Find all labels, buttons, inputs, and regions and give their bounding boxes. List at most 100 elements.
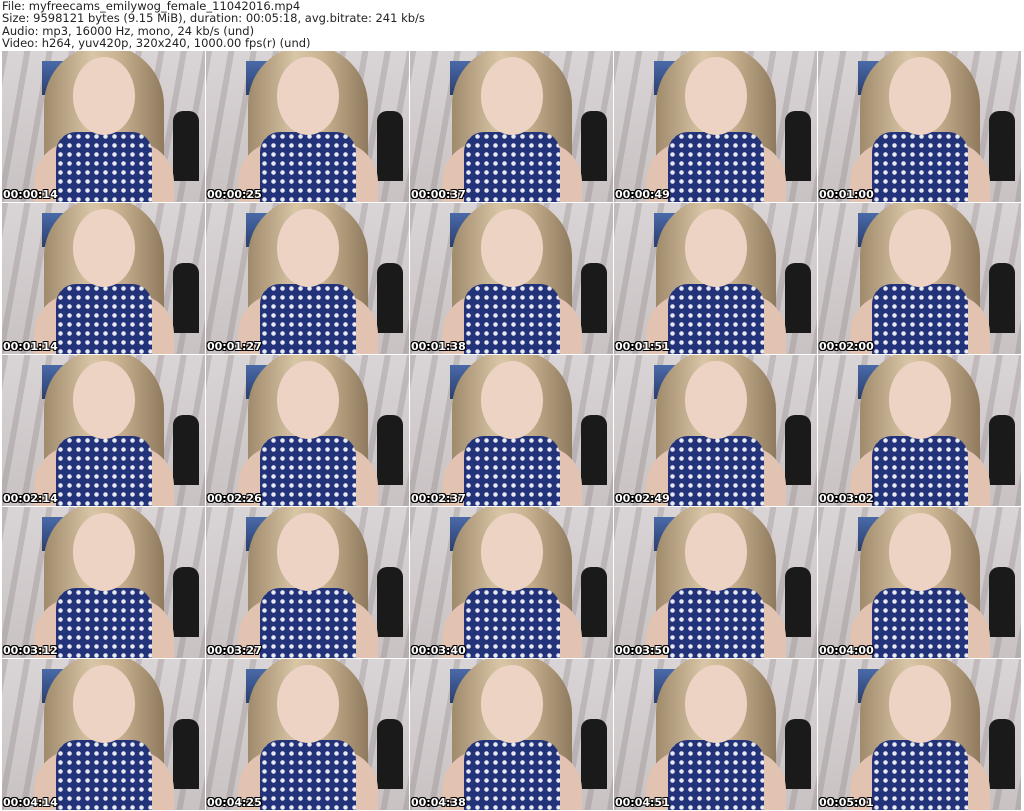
person-dress xyxy=(55,740,152,810)
person-face xyxy=(480,361,543,439)
frame-timestamp: 00:02:37 xyxy=(411,492,466,505)
person-dress xyxy=(259,132,356,202)
frame-timestamp: 00:05:01 xyxy=(819,796,874,809)
frame-timestamp: 00:04:00 xyxy=(819,644,874,657)
person-dress xyxy=(259,588,356,658)
person-dress xyxy=(55,436,152,506)
frame-timestamp: 00:04:25 xyxy=(207,796,262,809)
chair xyxy=(377,567,403,637)
person-face xyxy=(72,57,135,135)
video-frame-thumbnail: 00:02:00 xyxy=(818,203,1021,354)
video-frame-thumbnail: 00:02:37 xyxy=(410,355,613,506)
video-frame-thumbnail: 00:03:02 xyxy=(818,355,1021,506)
video-frame-thumbnail: 00:04:25 xyxy=(206,659,409,810)
frame-timestamp: 00:04:14 xyxy=(3,796,58,809)
chair xyxy=(173,415,199,485)
file-info-header: File: myfreecams_emilywog_female_1104201… xyxy=(2,0,425,50)
video-frame-thumbnail: 00:01:27 xyxy=(206,203,409,354)
frame-timestamp: 00:00:37 xyxy=(411,188,466,201)
frame-timestamp: 00:00:14 xyxy=(3,188,58,201)
video-frame-thumbnail: 00:01:38 xyxy=(410,203,613,354)
person-dress xyxy=(871,284,968,354)
person-dress xyxy=(463,284,560,354)
person-face xyxy=(684,513,747,591)
person-face xyxy=(72,209,135,287)
frame-timestamp: 00:00:25 xyxy=(207,188,262,201)
video-frame-thumbnail: 00:01:51 xyxy=(614,203,817,354)
person-dress xyxy=(463,588,560,658)
person-face xyxy=(888,665,951,743)
video-frame-thumbnail: 00:04:14 xyxy=(2,659,205,810)
person-face xyxy=(276,665,339,743)
file-size-duration: Size: 9598121 bytes (9.15 MiB), duration… xyxy=(2,11,425,26)
video-frame-thumbnail: 00:01:14 xyxy=(2,203,205,354)
video-frame-thumbnail: 00:00:14 xyxy=(2,51,205,202)
person-face xyxy=(480,57,543,135)
person-face xyxy=(276,361,339,439)
person-face xyxy=(480,209,543,287)
video-frame-thumbnail: 00:03:12 xyxy=(2,507,205,658)
chair xyxy=(377,111,403,181)
video-frame-thumbnail: 00:03:50 xyxy=(614,507,817,658)
chair xyxy=(989,719,1015,789)
person-dress xyxy=(871,588,968,658)
chair xyxy=(785,111,811,181)
chair xyxy=(173,111,199,181)
person-face xyxy=(888,57,951,135)
frame-timestamp: 00:00:49 xyxy=(615,188,670,201)
chair xyxy=(173,263,199,333)
frame-timestamp: 00:03:27 xyxy=(207,644,262,657)
frame-timestamp: 00:03:12 xyxy=(3,644,58,657)
person-dress xyxy=(259,740,356,810)
person-dress xyxy=(667,436,764,506)
frame-timestamp: 00:02:14 xyxy=(3,492,58,505)
chair xyxy=(581,263,607,333)
chair xyxy=(989,263,1015,333)
person-dress xyxy=(463,436,560,506)
chair xyxy=(785,719,811,789)
video-frame-thumbnail: 00:00:25 xyxy=(206,51,409,202)
person-face xyxy=(888,513,951,591)
frame-timestamp: 00:03:50 xyxy=(615,644,670,657)
person-face xyxy=(72,513,135,591)
video-frame-thumbnail: 00:04:00 xyxy=(818,507,1021,658)
person-dress xyxy=(667,132,764,202)
chair xyxy=(989,567,1015,637)
person-face xyxy=(684,57,747,135)
person-face xyxy=(480,665,543,743)
video-frame-thumbnail: 00:04:38 xyxy=(410,659,613,810)
video-frame-thumbnail: 00:02:49 xyxy=(614,355,817,506)
chair xyxy=(989,111,1015,181)
person-dress xyxy=(463,740,560,810)
video-frame-thumbnail: 00:00:49 xyxy=(614,51,817,202)
person-face xyxy=(276,209,339,287)
frame-timestamp: 00:02:49 xyxy=(615,492,670,505)
frame-timestamp: 00:01:14 xyxy=(3,340,58,353)
person-face xyxy=(684,665,747,743)
chair xyxy=(173,567,199,637)
video-frame-thumbnail: 00:04:51 xyxy=(614,659,817,810)
thumbnail-grid: 00:00:14 00:00:25 00:00:37 00:00:49 00:01:00… xyxy=(2,51,1021,810)
frame-timestamp: 00:04:38 xyxy=(411,796,466,809)
chair xyxy=(785,567,811,637)
person-dress xyxy=(463,132,560,202)
person-dress xyxy=(55,284,152,354)
person-face xyxy=(684,209,747,287)
frame-timestamp: 00:01:51 xyxy=(615,340,670,353)
chair xyxy=(581,111,607,181)
person-face xyxy=(276,513,339,591)
frame-timestamp: 00:03:02 xyxy=(819,492,874,505)
chair xyxy=(173,719,199,789)
chair xyxy=(377,263,403,333)
person-face xyxy=(684,361,747,439)
video-frame-thumbnail: 00:01:00 xyxy=(818,51,1021,202)
chair xyxy=(581,719,607,789)
person-dress xyxy=(259,436,356,506)
person-face xyxy=(888,361,951,439)
person-face xyxy=(72,665,135,743)
person-dress xyxy=(667,284,764,354)
chair xyxy=(989,415,1015,485)
video-frame-thumbnail: 00:03:40 xyxy=(410,507,613,658)
video-frame-thumbnail: 00:02:14 xyxy=(2,355,205,506)
person-face xyxy=(888,209,951,287)
